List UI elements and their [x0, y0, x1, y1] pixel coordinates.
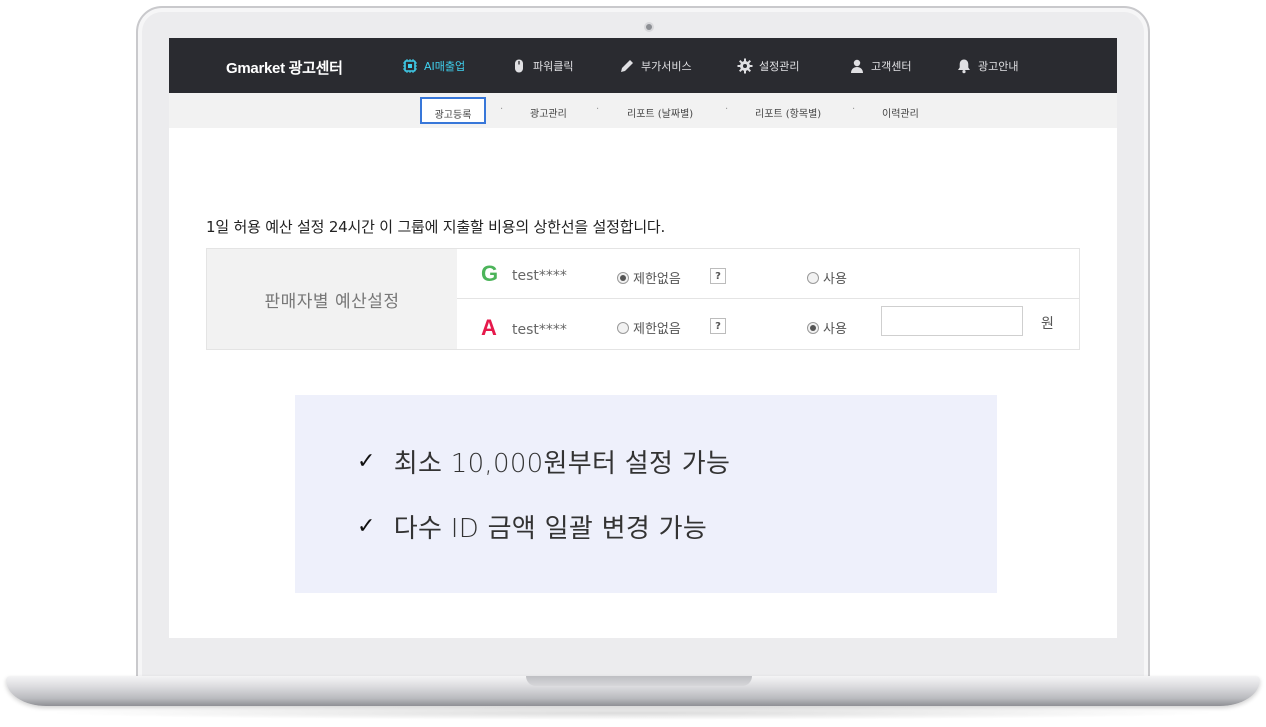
- radio-indicator[interactable]: [617, 321, 629, 334]
- mouse-icon: [511, 58, 527, 74]
- nav-label: 고객센터: [871, 60, 912, 73]
- chip-icon: [402, 58, 418, 74]
- subnav-item-history[interactable]: 이력관리: [882, 105, 919, 120]
- table-row: A test**** 제한없음 ? 사용 원: [457, 299, 1079, 349]
- subnav-item-report-date[interactable]: 리포트 (날짜별): [627, 105, 693, 120]
- nav-label: 부가서비스: [641, 60, 692, 73]
- radio-unlimited[interactable]: 제한없음: [617, 268, 681, 287]
- subnav-separator: ·: [725, 104, 729, 115]
- subnav-item-ad-manage[interactable]: 광고관리: [530, 105, 567, 120]
- info-panel: ✓ 최소 10,000원부터 설정 가능 ✓ 다수 ID 금액 일괄 변경 가능: [295, 395, 997, 593]
- budget-settings-table: 판매자별 예산설정 G test**** 제한없음 ? 사용 A test***…: [206, 248, 1080, 350]
- nav-item-ai-sales[interactable]: AI매출업: [402, 58, 465, 74]
- nav-item-customer-center[interactable]: 고객센터: [849, 58, 911, 74]
- laptop-base: [6, 676, 1260, 706]
- info-line: ✓ 다수 ID 금액 일괄 변경 가능: [357, 508, 707, 545]
- user-icon: [849, 58, 865, 74]
- nav-item-settings[interactable]: 설정관리: [737, 58, 799, 74]
- seller-id: test****: [512, 268, 567, 284]
- auction-site-icon: A: [481, 315, 497, 340]
- radio-label: 사용: [823, 322, 847, 337]
- subnav-separator: ·: [596, 104, 600, 115]
- info-line: ✓ 최소 10,000원부터 설정 가능: [357, 443, 730, 480]
- gmarket-site-icon: G: [481, 261, 499, 286]
- subnav-separator: ·: [500, 104, 504, 115]
- subnav-item-ad-register[interactable]: 광고등록: [420, 97, 486, 124]
- subnav-item-report-item[interactable]: 리포트 (항목별): [755, 105, 821, 120]
- subnav-separator: ·: [852, 104, 856, 115]
- radio-indicator[interactable]: [807, 271, 819, 284]
- radio-use[interactable]: 사용: [807, 268, 847, 287]
- gear-icon: [737, 58, 753, 74]
- currency-unit: 원: [1041, 316, 1054, 332]
- camera-icon: [646, 24, 652, 30]
- nav-item-power-click[interactable]: 파워클릭: [511, 58, 573, 74]
- help-button[interactable]: ?: [710, 318, 726, 334]
- radio-indicator[interactable]: [617, 271, 629, 284]
- radio-use[interactable]: 사용: [807, 318, 847, 337]
- radio-label: 제한없음: [633, 322, 681, 337]
- seller-id: test****: [512, 322, 567, 338]
- radio-label: 제한없음: [633, 272, 681, 287]
- laptop-hinge-notch: [526, 676, 752, 686]
- nav-label: 설정관리: [759, 60, 800, 73]
- pencil-icon: [619, 58, 635, 74]
- laptop-shadow: [40, 706, 1226, 720]
- nav-item-ad-guide[interactable]: 광고안내: [956, 58, 1018, 74]
- info-text: 최소 10,000원부터 설정 가능: [393, 449, 731, 479]
- radio-label: 사용: [823, 272, 847, 287]
- radio-indicator[interactable]: [807, 321, 819, 334]
- table-header-seller-budget: 판매자별 예산설정: [207, 249, 457, 349]
- laptop-screen: Gmarket 광고센터 AI매출업 파워클릭 부가서비스 설정관리 고객센터 …: [169, 38, 1117, 638]
- top-navigation: Gmarket 광고센터 AI매출업 파워클릭 부가서비스 설정관리 고객센터 …: [169, 38, 1117, 93]
- nav-label: 광고안내: [978, 60, 1019, 73]
- check-icon: ✓: [357, 514, 376, 539]
- bell-icon: [956, 58, 972, 74]
- nav-label: 파워클릭: [533, 60, 574, 73]
- info-text: 다수 ID 금액 일괄 변경 가능: [393, 514, 708, 544]
- table-row: G test**** 제한없음 ? 사용: [457, 249, 1079, 299]
- nav-label: AI매출업: [424, 60, 466, 73]
- check-icon: ✓: [357, 449, 376, 474]
- sub-navigation: 광고등록 · 광고관리 · 리포트 (날짜별) · 리포트 (항목별) · 이력…: [169, 93, 1117, 128]
- nav-item-extra-services[interactable]: 부가서비스: [619, 58, 692, 74]
- budget-description: 1일 허용 예산 설정 24시간 이 그룹에 지출할 비용의 상한선을 설정합니…: [206, 218, 666, 236]
- radio-unlimited[interactable]: 제한없음: [617, 318, 681, 337]
- help-button[interactable]: ?: [710, 268, 726, 284]
- budget-amount-input[interactable]: [881, 306, 1023, 336]
- brand-logo[interactable]: Gmarket 광고센터: [226, 57, 343, 78]
